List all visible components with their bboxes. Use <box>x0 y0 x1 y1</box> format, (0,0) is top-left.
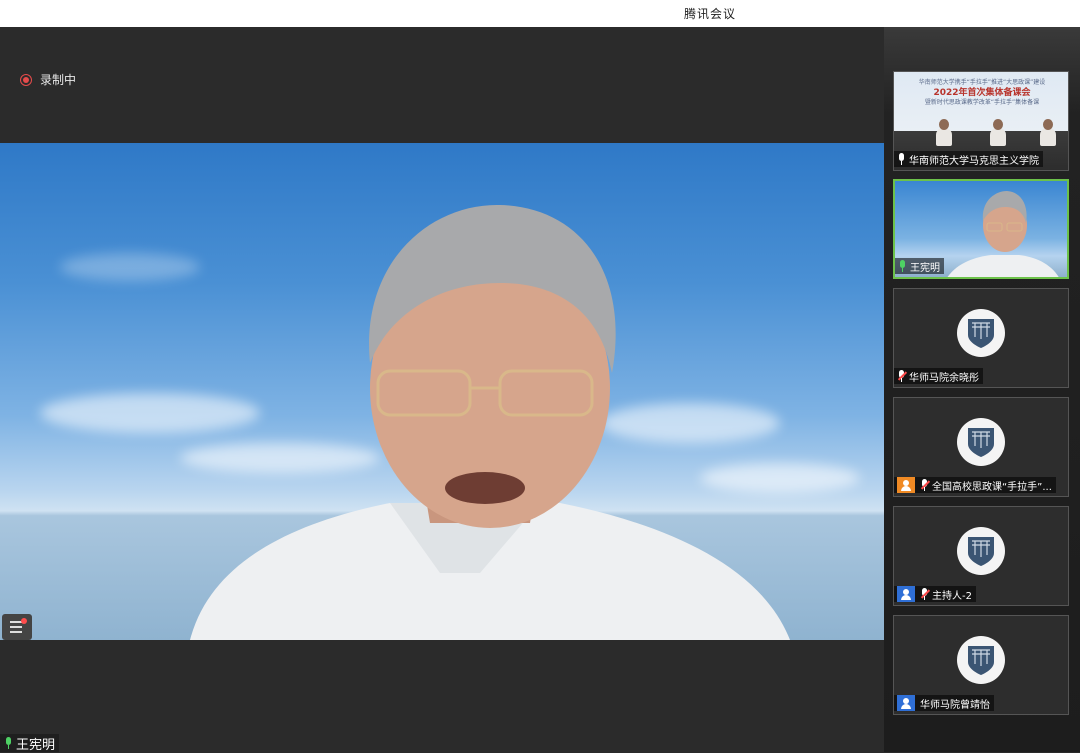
participant-tile[interactable]: 华师马院余晓彤 <box>893 288 1069 388</box>
user-avatar-icon <box>897 586 915 602</box>
participant-tile[interactable]: 全国高校思政课“手拉手”... <box>893 397 1069 497</box>
university-logo-icon <box>957 418 1005 466</box>
speaker-video-figure <box>190 204 790 640</box>
mic-icon <box>897 153 906 165</box>
participant-tile-active[interactable]: 王宪明 <box>893 179 1069 279</box>
participant-label: 全国高校思政课“手拉手”... <box>894 477 1056 493</box>
university-logo-icon <box>957 309 1005 357</box>
participant-label: 华师马院余晓彤 <box>894 368 983 384</box>
participant-label: 华南师范大学马克思主义学院 <box>894 151 1043 167</box>
participant-menu-button[interactable] <box>2 614 32 640</box>
mic-muted-icon <box>920 479 931 491</box>
university-logo-icon <box>957 527 1005 575</box>
user-avatar-icon <box>897 695 915 711</box>
participant-tile[interactable]: 主持人-2 <box>893 506 1069 606</box>
participant-label: 王宪明 <box>895 258 944 274</box>
window-title: 腾讯会议 <box>683 7 736 21</box>
host-avatar-icon <box>897 477 915 493</box>
mic-muted-icon <box>920 588 931 600</box>
active-speaker-tag: 王宪明 <box>0 734 60 753</box>
title-bar: 腾讯会议 <box>0 0 1080 27</box>
participant-label: 主持人-2 <box>894 586 976 602</box>
record-icon <box>20 73 32 86</box>
participant-sidebar[interactable]: 华南师范大学携手“手拉手”推进“大思政课”建设 2022年首次集体备课会 暨新时… <box>884 27 1080 752</box>
main-stage: 录制中 王宪明 <box>0 27 884 753</box>
recording-indicator[interactable]: 录制中 <box>20 71 76 88</box>
main-video <box>0 143 884 640</box>
recording-label: 录制中 <box>40 73 77 87</box>
mic-speaking-icon <box>898 260 907 272</box>
active-speaker-name: 王宪明 <box>16 737 56 753</box>
mic-muted-icon <box>897 370 908 382</box>
university-logo-icon <box>957 636 1005 684</box>
participant-tile[interactable]: 华师马院曾靖怡 <box>893 615 1069 715</box>
participant-label: 华师马院曾靖怡 <box>894 695 994 711</box>
participant-tile[interactable]: 华南师范大学携手“手拉手”推进“大思政课”建设 2022年首次集体备课会 暨新时… <box>893 71 1069 171</box>
mic-speaking-icon <box>4 737 13 749</box>
